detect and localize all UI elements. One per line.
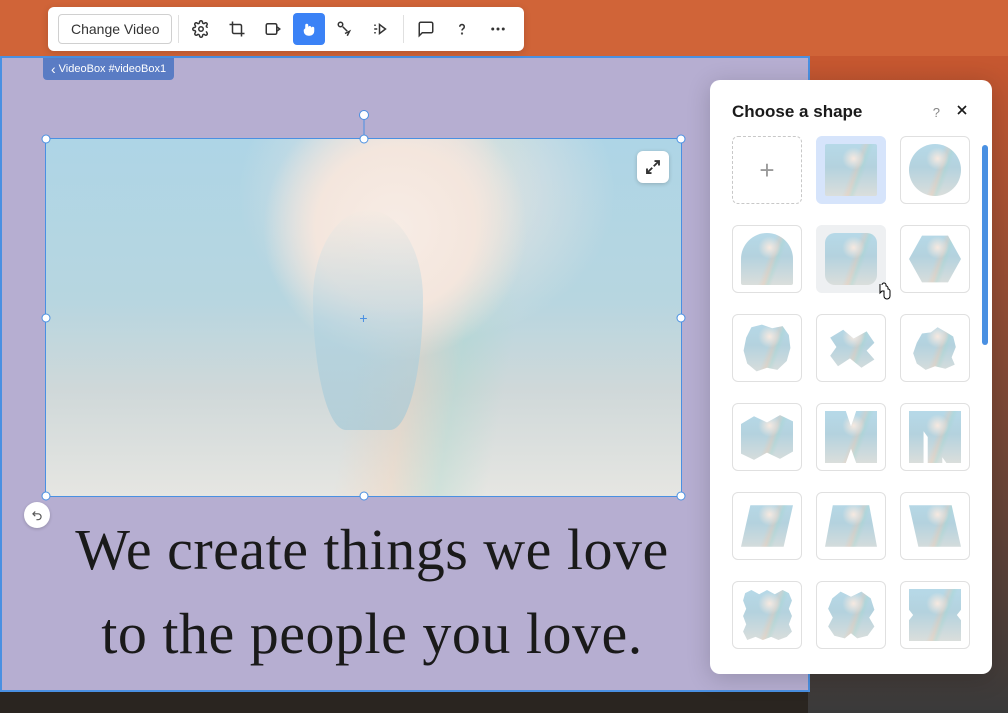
shape-thumbnail <box>825 322 877 374</box>
more-icon <box>489 20 507 38</box>
parallelogram-left-shape[interactable] <box>732 492 802 560</box>
panel-close-button[interactable] <box>954 102 970 122</box>
arch-shape[interactable] <box>732 225 802 293</box>
shape-panel: Choose a shape ? + <box>710 80 992 674</box>
undo-icon <box>30 508 44 522</box>
shape-thumbnail <box>825 500 877 552</box>
crop-button[interactable] <box>221 13 253 45</box>
resize-handle-ne[interactable] <box>677 135 686 144</box>
animation-button[interactable] <box>365 13 397 45</box>
wave-shape[interactable] <box>732 403 802 471</box>
resize-handle-n[interactable] <box>359 135 368 144</box>
rounded-rect-shape[interactable] <box>816 225 886 293</box>
headline-text[interactable]: We create things we love to the people y… <box>52 508 692 676</box>
expand-button[interactable] <box>637 151 669 183</box>
comment-icon <box>417 20 435 38</box>
close-icon <box>954 102 970 118</box>
help-button[interactable] <box>446 13 478 45</box>
resize-handle-s[interactable] <box>359 492 368 501</box>
shape-thumbnail <box>741 411 793 463</box>
quatrefoil-shape[interactable] <box>816 581 886 649</box>
ribbon-shape[interactable] <box>816 403 886 471</box>
toolbar-divider <box>178 15 179 43</box>
resize-handle-w[interactable] <box>42 313 51 322</box>
shape-thumbnail <box>741 322 793 374</box>
rotate-handle[interactable] <box>359 110 369 120</box>
change-video-button[interactable]: Change Video <box>58 14 172 44</box>
shape-button[interactable] <box>293 13 325 45</box>
shape-thumbnail <box>741 233 793 285</box>
floating-toolbar: Change Video <box>48 7 524 51</box>
shape-thumbnail <box>909 322 961 374</box>
blob-shape[interactable] <box>732 314 802 382</box>
more-button[interactable] <box>482 13 514 45</box>
resize-handle-nw[interactable] <box>42 135 51 144</box>
element-tag-label: VideoBox #videoBox1 <box>59 63 166 75</box>
resize-handle-se[interactable] <box>677 492 686 501</box>
comment-button[interactable] <box>410 13 442 45</box>
element-tag[interactable]: VideoBox #videoBox1 <box>43 58 174 80</box>
hexagon-shape[interactable] <box>900 225 970 293</box>
rectangle-shape[interactable] <box>816 136 886 204</box>
shape-thumbnail <box>909 500 961 552</box>
slats-shape[interactable] <box>900 403 970 471</box>
video-box-element[interactable]: + <box>45 138 682 497</box>
shape-thumbnail <box>825 144 877 196</box>
behaviors-button[interactable] <box>329 13 361 45</box>
gear-icon <box>192 20 210 38</box>
ticket-shape[interactable] <box>900 581 970 649</box>
link-arrow-icon <box>336 20 354 38</box>
zigzag-shape[interactable] <box>816 314 886 382</box>
cloud-shape[interactable] <box>900 314 970 382</box>
video-content-figure <box>313 210 423 430</box>
hand-wave-icon <box>300 20 318 38</box>
shape-thumbnail <box>825 411 877 463</box>
shape-thumbnail <box>825 233 877 285</box>
shape-thumbnail <box>909 144 961 196</box>
page-canvas[interactable]: + We create things we love to the people… <box>0 56 810 692</box>
resize-handle-e[interactable] <box>677 313 686 322</box>
resize-handle-sw[interactable] <box>42 492 51 501</box>
panel-title: Choose a shape <box>732 102 862 122</box>
panel-help-button[interactable]: ? <box>933 105 940 120</box>
parallelogram-right-shape[interactable] <box>900 492 970 560</box>
crop-icon <box>228 20 246 38</box>
motion-icon <box>372 20 390 38</box>
settings-button[interactable] <box>185 13 217 45</box>
shape-thumbnail <box>825 589 877 641</box>
plus-icon: + <box>759 155 774 186</box>
shape-thumbnail <box>909 589 961 641</box>
add-shape[interactable]: + <box>732 136 802 204</box>
center-marker-icon: + <box>359 310 367 326</box>
panel-header: Choose a shape ? <box>710 80 992 136</box>
mask-button[interactable] <box>257 13 289 45</box>
trapezoid-shape[interactable] <box>816 492 886 560</box>
shape-thumbnail <box>741 589 793 641</box>
undo-button[interactable] <box>24 502 50 528</box>
help-icon <box>453 20 471 38</box>
shape-thumbnail <box>909 411 961 463</box>
shape-thumbnail <box>909 233 961 285</box>
stamp-shape[interactable] <box>732 581 802 649</box>
expand-icon <box>644 158 662 176</box>
panel-scrollbar[interactable] <box>982 145 988 345</box>
toolbar-divider <box>403 15 404 43</box>
shape-grid: + <box>710 136 992 674</box>
mask-icon <box>264 20 282 38</box>
circle-shape[interactable] <box>900 136 970 204</box>
shape-thumbnail <box>741 500 793 552</box>
